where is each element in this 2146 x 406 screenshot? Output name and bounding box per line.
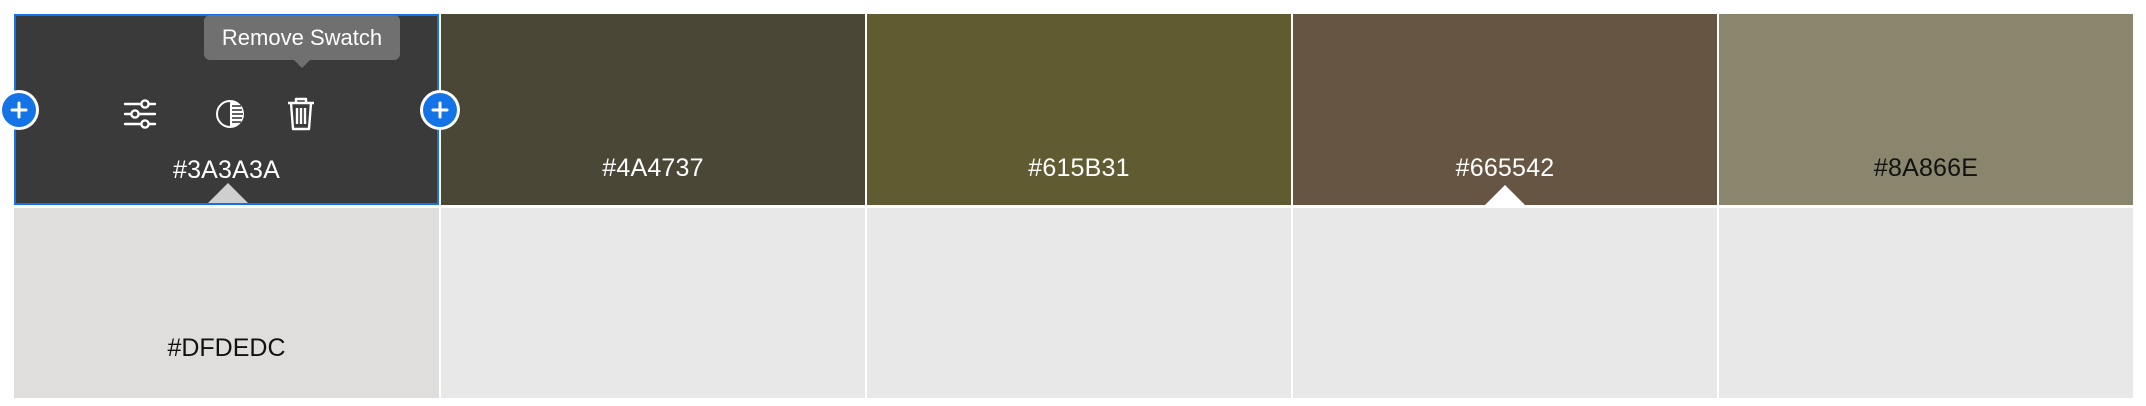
contrast-icon: [215, 99, 245, 129]
add-swatch-right-button[interactable]: [423, 93, 457, 127]
plus-icon: [10, 101, 28, 119]
swatch-hex: #665542: [1455, 154, 1555, 182]
shade-cell-5[interactable]: [1719, 208, 2133, 398]
sliders-icon: [123, 99, 157, 129]
trash-icon: [286, 97, 316, 131]
shade-hex: #DFDEDC: [167, 334, 286, 362]
swatch-5[interactable]: #8A866E: [1719, 14, 2133, 205]
add-swatch-left-button[interactable]: [2, 93, 36, 127]
swatch-2[interactable]: #4A4737: [441, 14, 865, 205]
swatch-hex: #4A4737: [602, 154, 704, 182]
contrast-button[interactable]: [210, 94, 250, 134]
caret-marker: [1485, 185, 1525, 205]
shade-cell-1[interactable]: #DFDEDC: [14, 208, 439, 398]
swatch-hex: #615B31: [1028, 154, 1130, 182]
shade-cell-2[interactable]: [441, 208, 865, 398]
tooltip-text: Remove Swatch: [221, 24, 383, 50]
swatch-hex: #8A866E: [1873, 154, 1979, 182]
swatch-hex: #3A3A3A: [172, 156, 281, 184]
remove-swatch-button[interactable]: [281, 94, 321, 134]
swatch-4[interactable]: #665542: [1293, 14, 1717, 205]
shade-cell-3[interactable]: [867, 208, 1291, 398]
tooltip: Remove Swatch: [204, 15, 400, 68]
swatch-editor: #3A3A3A #4A4737 #615B31 #665542 #8A866E …: [0, 0, 2146, 406]
caret-marker: [208, 183, 248, 203]
adjust-button[interactable]: [120, 94, 160, 134]
shade-cell-4[interactable]: [1293, 208, 1717, 398]
plus-icon: [431, 101, 449, 119]
swatch-3[interactable]: #615B31: [867, 14, 1291, 205]
